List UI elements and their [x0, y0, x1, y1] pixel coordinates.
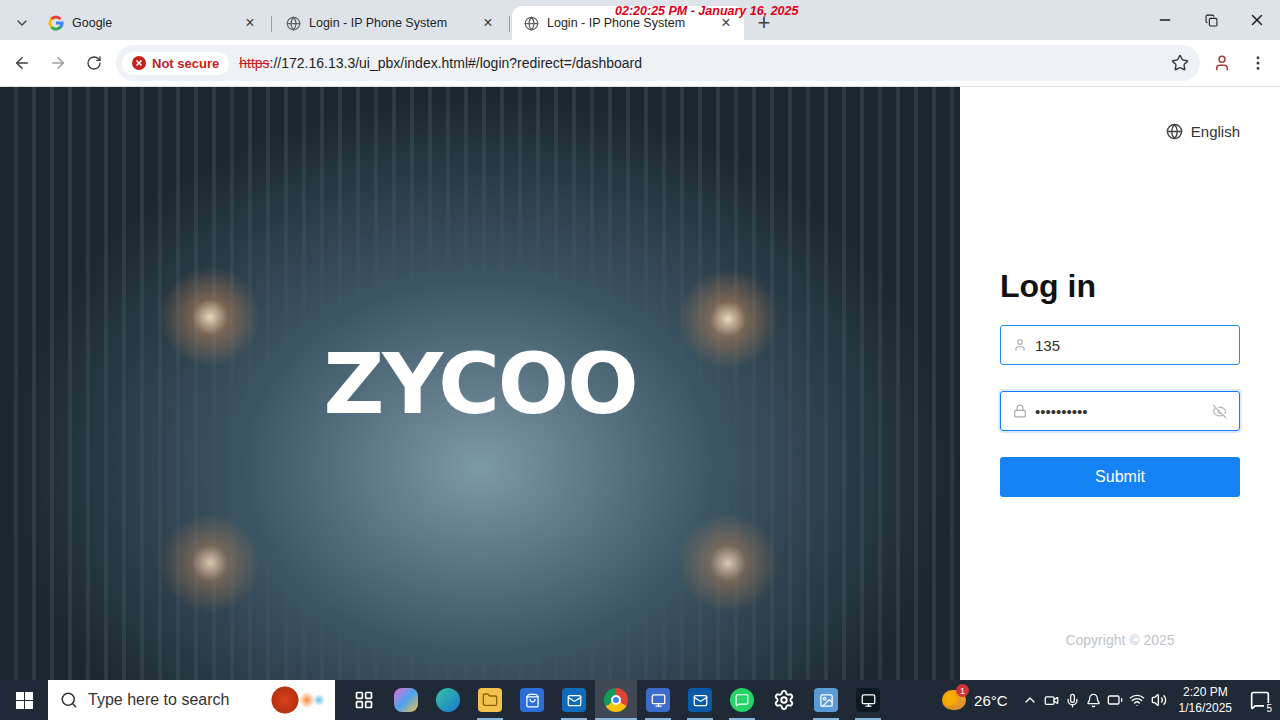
tab-close-button[interactable]: ×: [480, 14, 496, 32]
forward-icon[interactable]: [44, 49, 72, 77]
tray-app-icon[interactable]: [1086, 693, 1101, 708]
edge-icon: [436, 688, 460, 712]
start-windows-icon[interactable]: [0, 680, 48, 720]
eye-off-icon[interactable]: [1212, 404, 1227, 419]
reload-icon[interactable]: [80, 49, 108, 77]
remote-desktop-icon: [646, 688, 670, 712]
tab-label: Google: [72, 16, 234, 30]
omnibox[interactable]: Not secure https://172.16.13.3/ui_pbx/ind…: [116, 45, 1200, 81]
taskbar: Type here to search 126°C 2:20 PM1/16/2025…: [0, 680, 1280, 720]
login-form: Log in 135 •••••••••• Submit: [1000, 268, 1240, 497]
taskbar-app[interactable]: [469, 680, 511, 720]
battery-icon[interactable]: [1107, 692, 1123, 708]
taskbar-app[interactable]: [637, 680, 679, 720]
timestamp-overlay: 02:20:25 PM - January 16, 2025: [615, 4, 798, 18]
taskbar-app[interactable]: [763, 680, 805, 720]
search-highlight-icon: [271, 686, 327, 714]
minimize-button[interactable]: [1142, 0, 1188, 40]
google-icon: [48, 15, 64, 31]
notification-count: 5: [1264, 703, 1274, 714]
login-title: Log in: [1000, 268, 1240, 305]
warning-icon: [132, 56, 146, 70]
hero-photo: ZYCOO: [0, 87, 960, 680]
menu-icon[interactable]: [1244, 49, 1272, 77]
clock[interactable]: 2:20 PM1/16/2025: [1171, 684, 1240, 716]
address-bar: Not secure https://172.16.13.3/ui_pbx/ind…: [0, 40, 1280, 87]
taskbar-app[interactable]: [343, 680, 385, 720]
app-window-icon: [814, 688, 838, 712]
profile-icon[interactable]: [1208, 49, 1236, 77]
screen: 02:20:25 PM - January 16, 2025Google×Log…: [0, 0, 1280, 720]
task-view-icon: [350, 686, 378, 714]
language-selector[interactable]: English: [1000, 123, 1240, 140]
globe-icon: [524, 16, 539, 31]
tab-label: Login - IP Phone System: [309, 16, 472, 30]
login-panel: English Log in 135 •••••••••• Submit Copyrigh…: [960, 87, 1280, 680]
user-icon: [1013, 338, 1027, 352]
terminal-app-icon: [856, 688, 880, 712]
network-icon[interactable]: [1129, 692, 1145, 708]
globe-icon: [286, 16, 301, 31]
password-field[interactable]: ••••••••••: [1000, 391, 1240, 431]
tab-close-button[interactable]: ×: [242, 14, 258, 32]
file-explorer-icon: [478, 688, 502, 712]
taskbar-app[interactable]: [385, 680, 427, 720]
taskbar-app[interactable]: [679, 680, 721, 720]
lock-icon: [1013, 404, 1027, 418]
taskbar-app[interactable]: [805, 680, 847, 720]
outlook-new-icon: [562, 688, 586, 712]
volume-icon[interactable]: [1151, 692, 1167, 708]
outlook-icon: [688, 688, 712, 712]
taskbar-app[interactable]: [721, 680, 763, 720]
settings-icon: [770, 686, 798, 714]
page-content: ZYCOO English Log in 135 •••••••••• Submit Cop…: [0, 87, 1280, 680]
window-controls: [1142, 0, 1280, 40]
browser-tab[interactable]: Login - IP Phone System ×: [274, 6, 506, 40]
taskbar-app[interactable]: [847, 680, 889, 720]
notification-button[interactable]: 5: [1240, 680, 1280, 720]
chevron-up-icon[interactable]: [1022, 692, 1038, 708]
taskbar-app[interactable]: [511, 680, 553, 720]
weather-icon: 1: [942, 690, 966, 710]
globe-icon: [1166, 123, 1183, 140]
system-tray: [1018, 692, 1171, 708]
taskbar-app[interactable]: [553, 680, 595, 720]
tab-search-icon[interactable]: [8, 6, 36, 40]
tab-label: Login - IP Phone System: [547, 16, 710, 30]
security-chip[interactable]: Not secure: [122, 52, 229, 75]
bookmark-star-icon[interactable]: [1166, 49, 1194, 77]
close-button[interactable]: [1234, 0, 1280, 40]
chrome-icon: [604, 688, 628, 712]
whatsapp-icon: [730, 688, 754, 712]
copilot-icon: [394, 688, 418, 712]
store-icon: [520, 688, 544, 712]
copyright: Copyright © 2025: [1000, 632, 1240, 648]
taskbar-search[interactable]: Type here to search: [48, 680, 335, 720]
zycoo-logo: ZYCOO: [323, 335, 636, 433]
weather-badge: 1: [956, 684, 969, 697]
taskbar-app[interactable]: [595, 680, 637, 720]
search-icon: [60, 691, 78, 709]
microphone-icon[interactable]: [1065, 693, 1080, 708]
camera-icon[interactable]: [1044, 693, 1059, 708]
username-field[interactable]: 135: [1000, 325, 1240, 365]
back-icon[interactable]: [8, 49, 36, 77]
restore-button[interactable]: [1188, 0, 1234, 40]
browser-tab[interactable]: Google ×: [36, 6, 268, 40]
taskbar-app[interactable]: [427, 680, 469, 720]
weather-widget[interactable]: 126°C: [942, 690, 1008, 710]
submit-button[interactable]: Submit: [1000, 457, 1240, 497]
url-text: https://172.16.13.3/ui_pbx/index.html#/l…: [239, 55, 1156, 71]
